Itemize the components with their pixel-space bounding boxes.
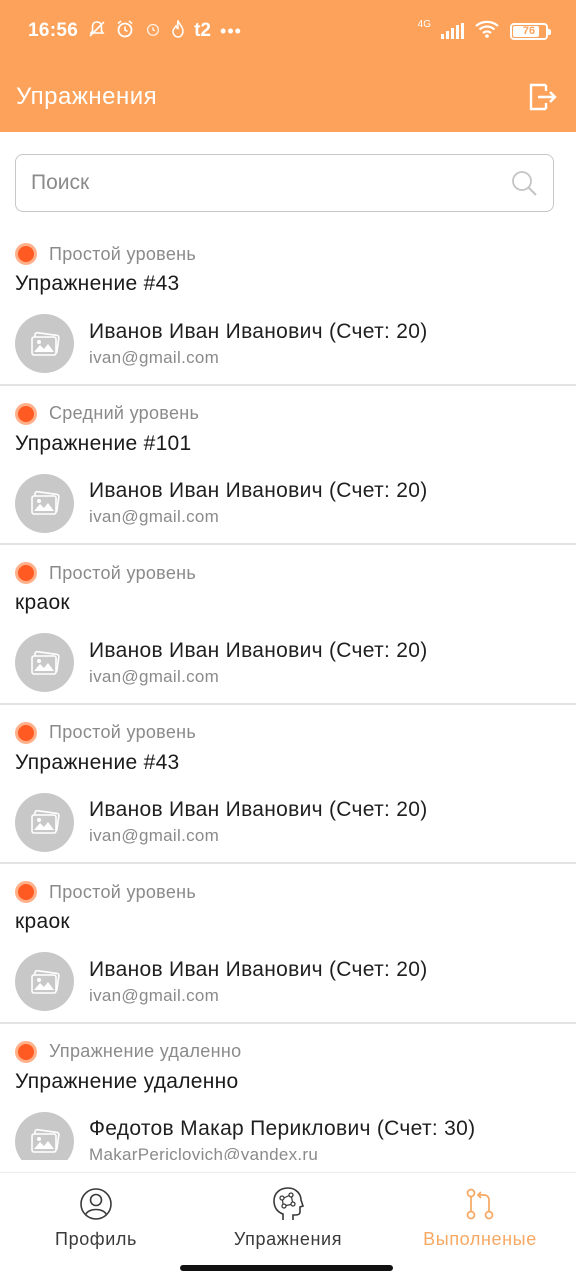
avatar bbox=[15, 792, 74, 852]
user-email: MakarPericlovich@yandex.ru bbox=[89, 1145, 319, 1160]
page-title: Упражнения bbox=[16, 83, 158, 110]
list-item[interactable]: Простой уровень краок Иванов Иван Иванов… bbox=[0, 545, 576, 705]
search-input[interactable] bbox=[31, 171, 509, 195]
bottom-navigation: Профиль Упражнения Выполненые bbox=[0, 1172, 576, 1280]
alarm-outline-icon bbox=[144, 20, 162, 43]
search-box bbox=[15, 154, 554, 212]
level-label: Простой уровень bbox=[49, 562, 197, 583]
mute-bell-icon bbox=[88, 20, 106, 43]
profile-icon bbox=[79, 1187, 113, 1221]
user-name: Иванов Иван Иванович (Счет: 20) bbox=[89, 957, 428, 981]
image-placeholder-icon bbox=[30, 1128, 60, 1153]
network-type: 4G bbox=[417, 19, 431, 30]
level-label: Простой уровень bbox=[49, 881, 197, 902]
level-label: Простой уровень bbox=[49, 243, 197, 264]
user-email: ivan@gmail.com bbox=[89, 347, 220, 367]
image-placeholder-icon bbox=[30, 969, 60, 994]
nav-item-completed[interactable]: Выполненые bbox=[384, 1173, 576, 1280]
nav-item-profile[interactable]: Профиль bbox=[0, 1173, 192, 1280]
brain-icon bbox=[271, 1187, 305, 1221]
level-indicator-icon bbox=[15, 1040, 37, 1063]
user-name: Иванов Иван Иванович (Счет: 20) bbox=[89, 319, 428, 343]
list-item[interactable]: Простой уровень Упражнение #43 Иванов Ив… bbox=[0, 226, 576, 386]
level-indicator-icon bbox=[15, 562, 37, 584]
more-dots-icon: ••• bbox=[220, 20, 242, 41]
level-indicator-icon bbox=[15, 402, 37, 425]
exercise-title: Упражнение #101 bbox=[15, 431, 192, 455]
wifi-icon bbox=[474, 19, 500, 44]
signal-icon bbox=[441, 23, 464, 39]
avatar bbox=[15, 952, 74, 1011]
nav-label: Профиль bbox=[55, 1229, 137, 1249]
user-email: ivan@gmail.com bbox=[89, 507, 220, 526]
avatar bbox=[15, 633, 74, 692]
user-email: ivan@gmail.com bbox=[89, 985, 220, 1005]
logout-icon bbox=[529, 83, 557, 111]
status-notification-icons: t2 ••• bbox=[88, 18, 242, 44]
user-email: ivan@gmail.com bbox=[89, 666, 220, 686]
t2-carrier-icon: t2 bbox=[194, 20, 212, 41]
exercise-title: краок bbox=[15, 910, 70, 933]
nav-label: Выполненые bbox=[423, 1229, 537, 1249]
home-indicator[interactable] bbox=[180, 1265, 393, 1271]
user-name: Федотов Макар Периклович (Счет: 30) bbox=[89, 1117, 476, 1140]
user-name: Иванов Иван Иванович (Счет: 20) bbox=[89, 479, 428, 502]
avatar bbox=[15, 473, 74, 533]
search-icon[interactable] bbox=[509, 168, 539, 198]
level-indicator-icon bbox=[15, 721, 37, 744]
level-label: Простой уровень bbox=[49, 722, 197, 742]
avatar bbox=[15, 314, 74, 373]
exercise-title: Упражнение #43 bbox=[15, 750, 180, 774]
exercise-title: краок bbox=[15, 591, 70, 614]
list-item[interactable]: Средний уровень Упражнение #101 Иванов И… bbox=[0, 386, 576, 545]
image-placeholder-icon bbox=[30, 490, 60, 515]
list-item[interactable]: Упражнение удаленно Упражнение удаленно … bbox=[0, 1024, 576, 1160]
user-name: Иванов Иван Иванович (Счет: 20) bbox=[89, 638, 428, 662]
status-time: 16:56 bbox=[28, 20, 79, 41]
battery-icon: 76 bbox=[510, 22, 551, 40]
status-bar: 16:56 t2 ••• 4G 76 bbox=[0, 0, 576, 62]
user-email: ivan@gmail.com bbox=[89, 826, 220, 845]
flow-icon bbox=[463, 1187, 497, 1221]
exercise-list: Простой уровень Упражнение #43 Иванов Ив… bbox=[0, 226, 576, 1160]
logout-button[interactable] bbox=[524, 79, 560, 115]
list-item[interactable]: Простой уровень краок Иванов Иван Иванов… bbox=[0, 864, 576, 1024]
image-placeholder-icon bbox=[30, 650, 60, 675]
alarm-icon bbox=[115, 19, 135, 44]
level-label: Упражнение удаленно bbox=[49, 1041, 242, 1061]
level-indicator-icon bbox=[15, 243, 37, 265]
status-system-icons: 4G 76 bbox=[417, 19, 551, 44]
flame-icon bbox=[171, 18, 185, 43]
user-name: Иванов Иван Иванович (Счет: 20) bbox=[89, 798, 428, 821]
avatar bbox=[15, 1111, 74, 1160]
list-item[interactable]: Простой уровень Упражнение #43 Иванов Ив… bbox=[0, 705, 576, 864]
image-placeholder-icon bbox=[30, 809, 60, 834]
exercise-title: Упражнение удаленно bbox=[15, 1069, 239, 1093]
level-indicator-icon bbox=[15, 881, 37, 903]
exercise-title: Упражнение #43 bbox=[15, 272, 180, 295]
app-bar: Упражнения bbox=[0, 62, 576, 132]
image-placeholder-icon bbox=[30, 331, 60, 356]
nav-label: Упражнения bbox=[233, 1229, 343, 1249]
level-label: Средний уровень bbox=[49, 403, 200, 423]
nav-item-exercises[interactable]: Упражнения bbox=[192, 1173, 384, 1280]
battery-level: 76 bbox=[522, 25, 536, 37]
